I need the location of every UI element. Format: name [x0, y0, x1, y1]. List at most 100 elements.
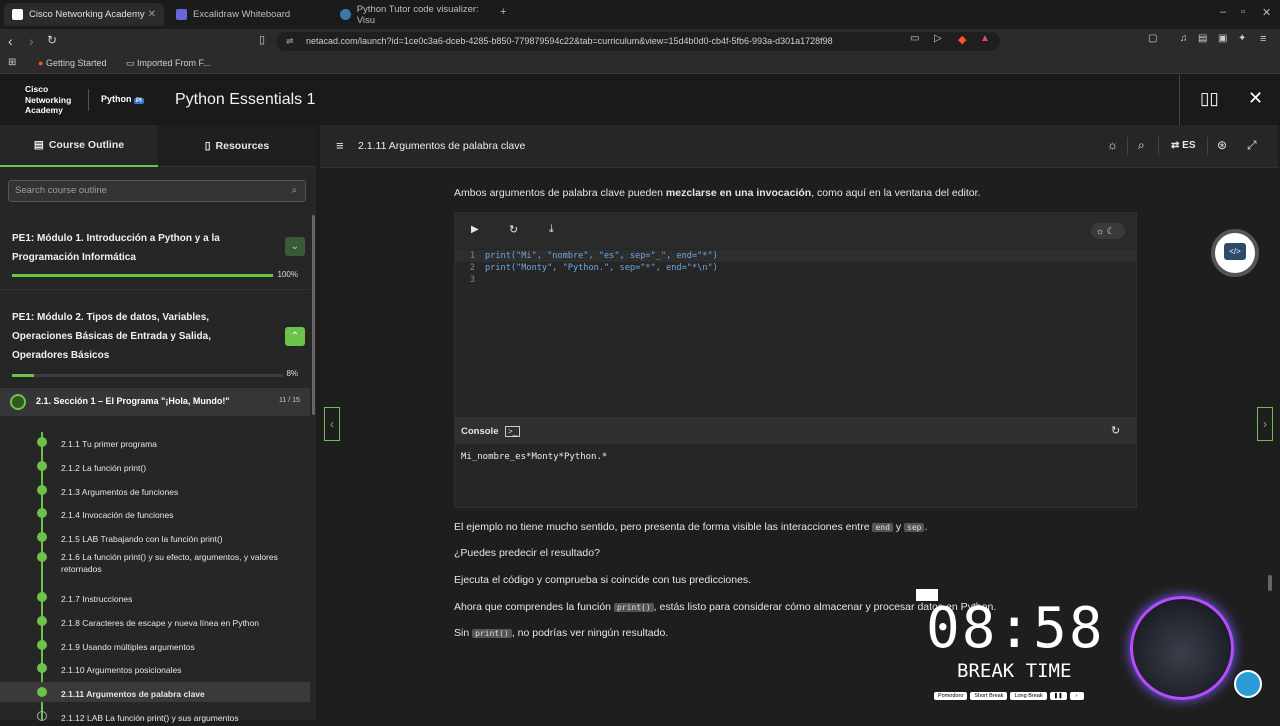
previous-page-arrow-icon[interactable]: ‹	[324, 407, 340, 441]
lesson-item[interactable]: 2.1.2 La función print()	[0, 456, 310, 476]
reload-icon[interactable]: ↻	[47, 33, 57, 47]
download-icon[interactable]: ⤓	[549, 223, 554, 236]
browser-tab-netacad[interactable]: Cisco Networking Academy ✕	[4, 3, 164, 26]
inline-code: print()	[613, 603, 654, 612]
module-1-percent: 100%	[277, 270, 298, 279]
search-input[interactable]: Search course outline ⌕	[8, 180, 306, 202]
install-app-icon[interactable]: ▭	[910, 33, 919, 44]
terminal-icon: >_	[505, 426, 521, 437]
lesson-item[interactable]: 2.1.10 Argumentos posicionales	[0, 658, 310, 678]
lesson-item[interactable]: 2.1.8 Caracteres de escape y nueva línea…	[0, 611, 310, 631]
section-row[interactable]: 2.1. Sección 1 – El Programa "¡Hola, Mun…	[0, 388, 310, 416]
sidebar-toggle-icon[interactable]: ▢	[1148, 33, 1157, 44]
url-field[interactable]: ⇌ netacad.com/launch?id=1ce0c3a6-dceb-42…	[276, 32, 1000, 51]
module-2[interactable]: PE1: Módulo 2. Tipos de datos, Variables…	[0, 303, 310, 385]
lesson-status-icon	[37, 663, 47, 673]
lesson-item[interactable]: 2.1.6 La función print() y su efecto, ar…	[0, 545, 310, 574]
theme-sun-icon[interactable]: ☼	[1107, 138, 1118, 152]
lesson-status-icon	[37, 485, 47, 495]
text: El ejemplo no tiene mucho sentido, pero …	[454, 521, 873, 533]
main-scrollbar[interactable]	[1268, 575, 1272, 591]
bookmark-imported[interactable]: ▭ Imported From F...	[126, 58, 211, 69]
minimize-icon[interactable]: –	[1220, 6, 1226, 18]
chevron-down-icon[interactable]: ⌄	[285, 237, 305, 256]
media-icon[interactable]: ♫	[1180, 33, 1188, 44]
brave-rewards-icon[interactable]: ▲	[980, 33, 990, 44]
brave-shield-icon[interactable]: ◆	[958, 33, 966, 46]
bookmark-page-icon[interactable]: ▯	[259, 33, 265, 46]
browser-tab-python-tutor[interactable]: Python Tutor code visualizer: Visu	[332, 3, 496, 26]
skip-icon[interactable]: ›	[1069, 692, 1084, 700]
reset-icon[interactable]: ↻	[509, 223, 518, 236]
extensions-icon[interactable]: ✦	[1238, 33, 1246, 44]
paragraph-5: Sin print(), no podrías ver ningún resul…	[454, 627, 668, 639]
apps-grid-icon[interactable]: ⊞	[8, 57, 16, 68]
folder-icon: ▭	[126, 58, 135, 68]
run-icon[interactable]: ▶	[471, 224, 479, 235]
module-1[interactable]: PE1: Módulo 1. Introducción a Python y a…	[0, 222, 310, 290]
lesson-item[interactable]: 2.1.1 Tu primer programa	[0, 432, 310, 452]
lesson-status-icon	[37, 532, 47, 542]
browser-tab-bar: Cisco Networking Academy ✕ Excalidraw Wh…	[0, 0, 1280, 29]
site-info-icon[interactable]: ⇌	[286, 32, 294, 51]
restore-icon[interactable]: ▫	[1241, 6, 1245, 18]
lesson-item[interactable]: 2.1.12 LAB La función print() y sus argu…	[0, 706, 310, 726]
lesson-header: ≡ 2.1.11 Argumentos de palabra clave ☼ ⌕…	[320, 125, 1278, 168]
search-icon[interactable]: ⌕	[1138, 138, 1145, 153]
tab-resources[interactable]: ▯ Resources	[158, 125, 316, 167]
lesson-label: 2.1.6 La función print() y su efecto, ar…	[61, 552, 278, 574]
search-icon[interactable]: ⌕	[292, 181, 297, 201]
window-close-icon[interactable]: ✕	[1262, 6, 1271, 19]
accessibility-icon[interactable]: ⊛	[1217, 138, 1227, 152]
title-line: Operaciones Básicas de Entrada y Salida,	[12, 331, 211, 342]
theme-toggle[interactable]: ☼ ☾	[1091, 223, 1125, 239]
close-course-icon[interactable]: ✕	[1248, 88, 1263, 109]
lesson-item[interactable]: 2.1.11 Argumentos de palabra clave	[0, 682, 310, 702]
lesson-status-icon	[37, 437, 47, 447]
lab-launcher-button[interactable]: </>	[1211, 229, 1259, 277]
share-icon[interactable]: ▷	[934, 33, 942, 44]
chevron-up-icon[interactable]: ⌃	[285, 327, 305, 346]
long-break-button[interactable]: Long Break	[1010, 692, 1047, 700]
section-count: 11 / 15	[279, 397, 300, 404]
bookmark-label: Imported From F...	[137, 58, 211, 68]
close-tab-icon[interactable]: ✕	[148, 9, 156, 20]
lesson-item[interactable]: 2.1.9 Usando múltiples argumentos	[0, 635, 310, 655]
bookmark-label: Getting Started	[45, 58, 107, 68]
reader-icon[interactable]: ▤	[1198, 33, 1207, 44]
timer-label: BREAK TIME	[957, 660, 1072, 682]
book-icon[interactable]: ▯▯	[1200, 89, 1219, 109]
next-page-arrow-icon[interactable]: ›	[1257, 407, 1273, 441]
menu-icon[interactable]: ≡	[1260, 33, 1266, 45]
cisco-logo[interactable]: Cisco Networking Academy	[25, 84, 71, 116]
sidebar-scrollbar[interactable]	[312, 215, 315, 415]
forward-icon[interactable]: ›	[29, 33, 34, 49]
browser-tab-excalidraw[interactable]: Excalidraw Whiteboard	[168, 3, 332, 26]
inline-code: sep	[904, 523, 925, 532]
lesson-item[interactable]: 2.1.7 Instrucciones	[0, 587, 310, 607]
text: , como aquí en la ventana del editor.	[811, 187, 981, 199]
lesson-item[interactable]: 2.1.4 Invocación de funciones	[0, 503, 310, 523]
code-area[interactable]: 1 print("Mi", "nombre", "es", sep="_", en…	[455, 250, 1136, 286]
hamburger-menu-icon[interactable]: ≡	[336, 138, 344, 153]
back-icon[interactable]: ‹	[8, 33, 13, 49]
lesson-item[interactable]: 2.1.3 Argumentos de funciones	[0, 480, 310, 500]
pomodoro-button[interactable]: Pomodoro	[934, 692, 968, 700]
module-1-title: PE1: Módulo 1. Introducción a Python y a…	[12, 229, 220, 267]
language-selector[interactable]: ⇄ ES	[1171, 140, 1196, 151]
badge-text: Python	[101, 94, 132, 104]
fullscreen-icon[interactable]: ⤢	[1247, 138, 1257, 153]
console-header: Console >_ ↻	[455, 418, 1136, 444]
lesson-label: 2.1.1 Tu primer programa	[61, 439, 157, 449]
tab-title: Excalidraw Whiteboard	[193, 9, 291, 20]
new-tab-icon[interactable]: +	[500, 6, 506, 18]
bookmark-getting-started[interactable]: ● Getting Started	[38, 58, 107, 68]
wallet-icon[interactable]: ▣	[1218, 33, 1227, 44]
inline-code: end	[872, 523, 893, 532]
clear-console-icon[interactable]: ↻	[1111, 424, 1120, 437]
short-break-button[interactable]: Short Break	[970, 692, 1008, 700]
tab-course-outline[interactable]: ▤ Course Outline	[0, 125, 158, 167]
lesson-label: 2.1.10 Argumentos posicionales	[61, 665, 182, 675]
pause-icon[interactable]: ❚❚	[1049, 692, 1067, 700]
lesson-item[interactable]: 2.1.5 LAB Trabajando con la función prin…	[0, 527, 310, 547]
